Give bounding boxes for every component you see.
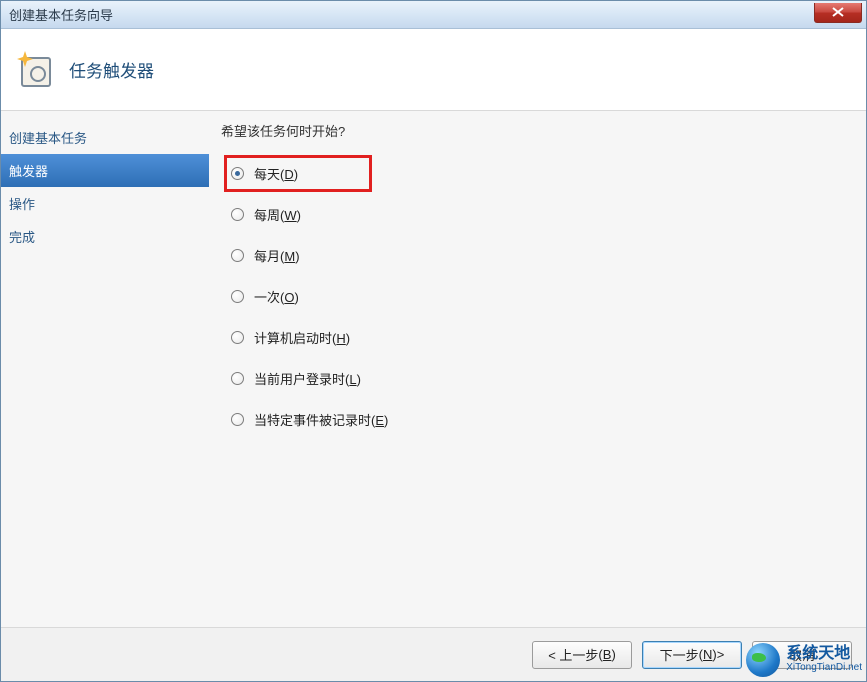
radio-icon bbox=[231, 167, 244, 180]
option-label: 当特定事件被记录时(E) bbox=[254, 410, 388, 429]
titlebar[interactable]: 创建基本任务向导 bbox=[1, 1, 866, 29]
option-label: 当前用户登录时(L) bbox=[254, 369, 361, 388]
close-button[interactable] bbox=[814, 3, 862, 23]
close-icon bbox=[832, 7, 844, 17]
option-on-event[interactable]: 当特定事件被记录时(E) bbox=[227, 404, 854, 435]
back-button[interactable]: < 上一步(B) bbox=[532, 641, 632, 669]
radio-icon bbox=[231, 290, 244, 303]
trigger-question: 希望该任务何时开始? bbox=[221, 121, 854, 140]
trigger-options-group: 每天(D) 每周(W) 每月(M) 一次(O) 计算机启动时(H) bbox=[227, 158, 854, 435]
wizard-footer: < 上一步(B) 下一步(N) > 取消 bbox=[1, 627, 866, 681]
option-label: 计算机启动时(H) bbox=[254, 328, 350, 347]
radio-icon bbox=[231, 413, 244, 426]
window-title: 创建基本任务向导 bbox=[9, 5, 113, 24]
next-button[interactable]: 下一步(N) > bbox=[642, 641, 742, 669]
cancel-button[interactable]: 取消 bbox=[752, 641, 852, 669]
option-label: 每周(W) bbox=[254, 205, 301, 224]
step-trigger[interactable]: 触发器 bbox=[1, 154, 209, 187]
page-title: 任务触发器 bbox=[69, 57, 154, 82]
radio-icon bbox=[231, 249, 244, 262]
option-label: 每天(D) bbox=[254, 164, 298, 183]
step-finish[interactable]: 完成 bbox=[1, 220, 209, 253]
wizard-body: 创建基本任务 触发器 操作 完成 希望该任务何时开始? 每天(D) 每周(W) … bbox=[1, 111, 866, 627]
wizard-header: 任务触发器 bbox=[1, 29, 866, 111]
step-create-basic-task[interactable]: 创建基本任务 bbox=[1, 121, 209, 154]
radio-icon bbox=[231, 208, 244, 221]
wizard-steps-sidebar: 创建基本任务 触发器 操作 完成 bbox=[1, 111, 209, 627]
task-scheduler-icon bbox=[17, 51, 55, 89]
option-once[interactable]: 一次(O) bbox=[227, 281, 854, 312]
option-label: 每月(M) bbox=[254, 246, 300, 265]
option-at-logon[interactable]: 当前用户登录时(L) bbox=[227, 363, 854, 394]
option-monthly[interactable]: 每月(M) bbox=[227, 240, 854, 271]
step-action[interactable]: 操作 bbox=[1, 187, 209, 220]
radio-icon bbox=[231, 372, 244, 385]
radio-icon bbox=[231, 331, 244, 344]
option-at-startup[interactable]: 计算机启动时(H) bbox=[227, 322, 854, 353]
option-daily[interactable]: 每天(D) bbox=[227, 158, 369, 189]
option-weekly[interactable]: 每周(W) bbox=[227, 199, 854, 230]
wizard-content: 希望该任务何时开始? 每天(D) 每周(W) 每月(M) 一次(O) bbox=[209, 111, 866, 627]
wizard-window: 创建基本任务向导 任务触发器 创建基本任务 触发器 操作 完成 希望该任务何时开… bbox=[0, 0, 867, 682]
option-label: 一次(O) bbox=[254, 287, 299, 306]
